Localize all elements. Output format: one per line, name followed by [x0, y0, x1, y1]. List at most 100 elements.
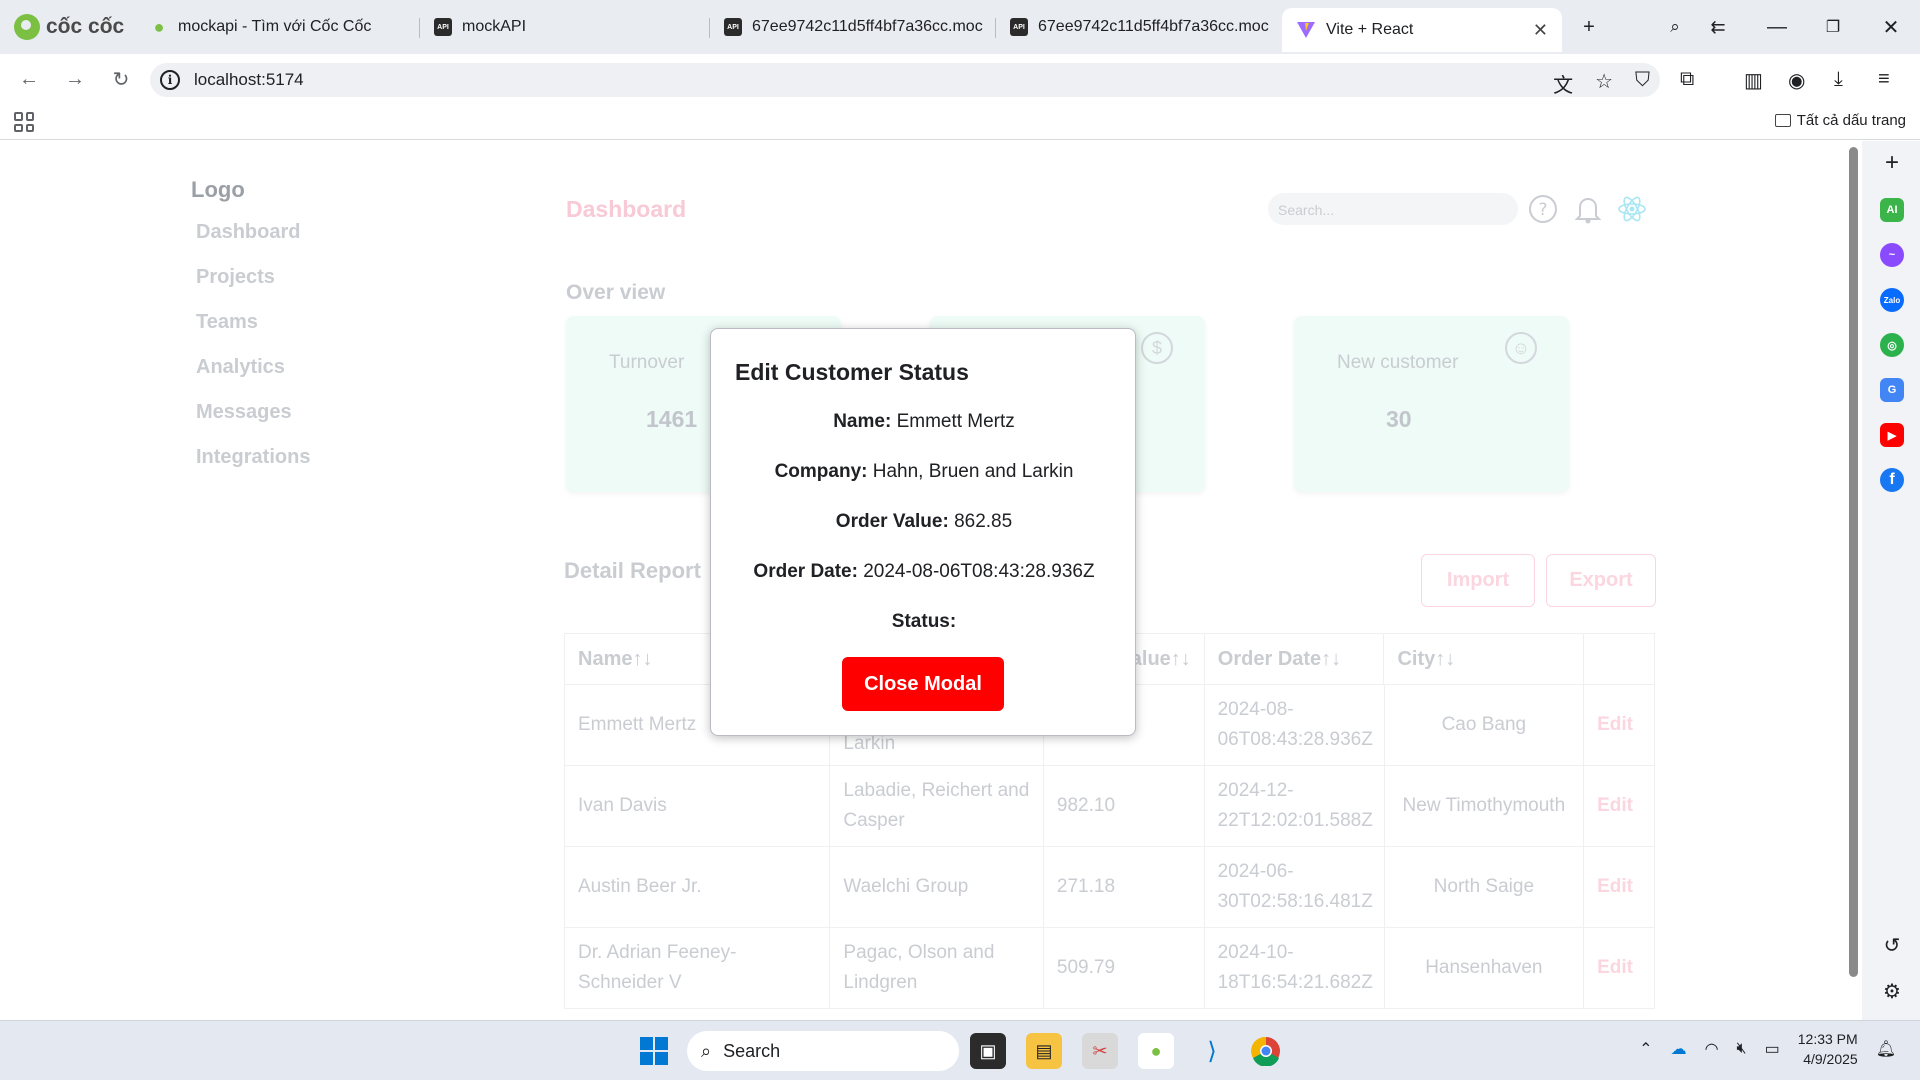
folder-icon: [1774, 114, 1791, 127]
close-tab-icon[interactable]: ✕: [1533, 20, 1548, 41]
mockapi-favicon-icon: API: [1010, 18, 1028, 36]
apps-grid-icon[interactable]: [14, 112, 34, 132]
sidebar-item-messages[interactable]: Messages: [196, 401, 310, 426]
star-bookmark-icon[interactable]: ☆: [1595, 69, 1613, 98]
sidebar-item-teams[interactable]: Teams: [196, 311, 310, 336]
cell-company: Pagac, Olson and Lindgren: [830, 928, 1044, 1008]
tab-mockapi-endpoint-1[interactable]: API 67ee9742c11d5ff4bf7a36cc.moc: [710, 8, 996, 46]
chevron-up-icon[interactable]: ⌃: [1639, 1039, 1652, 1059]
zalo-icon[interactable]: Zalo: [1880, 288, 1904, 312]
export-button[interactable]: Export: [1546, 554, 1656, 607]
game-icon[interactable]: ◎: [1880, 333, 1904, 357]
order-date-label: Order Date:: [753, 561, 858, 582]
react-logo-icon[interactable]: [1616, 193, 1648, 225]
profile-icon[interactable]: ◉: [1788, 68, 1805, 93]
site-info-icon[interactable]: i: [160, 70, 180, 90]
file-explorer-icon[interactable]: ▤: [1026, 1033, 1062, 1069]
facebook-icon[interactable]: f: [1880, 468, 1904, 492]
coccoc-logo[interactable]: cốc cốc: [14, 12, 124, 42]
help-icon[interactable]: ?: [1527, 193, 1559, 225]
ai-assistant-icon[interactable]: AI: [1880, 198, 1904, 222]
card-value: 30: [1386, 406, 1412, 432]
address-bar[interactable]: i localhost:5174 文 ☆ ⛉: [150, 63, 1660, 97]
table-row: Austin Beer Jr. Waelchi Group 271.18 202…: [565, 846, 1654, 927]
forward-icon[interactable]: →: [60, 64, 90, 94]
task-view-icon[interactable]: ▣: [970, 1033, 1006, 1069]
wifi-icon[interactable]: ◠: [1705, 1039, 1719, 1059]
order-value-label: Order Value:: [835, 511, 949, 532]
header-order-date[interactable]: Order Date↑↓: [1205, 634, 1385, 684]
download-icon[interactable]: ⤓: [1834, 68, 1843, 91]
close-modal-button[interactable]: Close Modal: [842, 657, 1004, 711]
translate-panel-icon[interactable]: G: [1880, 378, 1904, 402]
reload-icon[interactable]: ↻: [106, 64, 136, 94]
extensions-icon[interactable]: ⧉: [1680, 68, 1694, 91]
cell-name: Dr. Adrian Feeney-Schneider V: [565, 928, 831, 1008]
tab-search[interactable]: ● mockapi - Tìm với Cốc Cốc: [136, 8, 420, 46]
back-icon[interactable]: ←: [14, 64, 44, 94]
snipping-tool-icon[interactable]: ✂: [1082, 1033, 1118, 1069]
clock[interactable]: 12:33 PM 4/9/2025: [1798, 1029, 1858, 1069]
notification-bell-icon[interactable]: 🔔︎: [1876, 1039, 1896, 1059]
coccoc-taskbar-icon[interactable]: ●: [1138, 1033, 1174, 1069]
restore-icon[interactable]: ❐: [1818, 12, 1848, 42]
sidebar-item-integrations[interactable]: Integrations: [196, 446, 310, 471]
windows-start-icon[interactable]: [636, 1033, 672, 1069]
window-close-icon[interactable]: ✕: [1876, 12, 1906, 42]
tab-mockapi[interactable]: API mockAPI: [420, 8, 710, 46]
search-icon: ⌕: [701, 1040, 712, 1061]
search-input[interactable]: Search...: [1268, 193, 1518, 225]
page-scrollbar[interactable]: [1846, 141, 1862, 1020]
all-bookmarks[interactable]: Tất cả dấu trang: [1774, 112, 1906, 129]
history-icon[interactable]: ↺: [1880, 933, 1904, 957]
cell-date: 2024-08-06T08:43:28.936Z: [1205, 685, 1385, 765]
split-view-icon[interactable]: ▥: [1744, 68, 1763, 93]
sidebar-item-analytics[interactable]: Analytics: [196, 356, 310, 381]
status-label: Status:: [891, 611, 957, 632]
header-action: [1584, 634, 1654, 684]
messenger-icon[interactable]: ~: [1880, 243, 1904, 267]
coccoc-logo-icon: [14, 14, 40, 40]
modal-status-row: Status:: [711, 611, 1137, 633]
name-label: Name:: [833, 411, 892, 432]
app-logo: Logo: [191, 177, 245, 202]
add-panel-icon[interactable]: +: [1880, 149, 1904, 176]
tab-title: mockAPI: [462, 18, 527, 35]
modal-order-date-row: Order Date: 2024-08-06T08:43:28.936Z: [711, 561, 1137, 583]
edit-link[interactable]: Edit: [1584, 685, 1654, 765]
sidebar-item-dashboard[interactable]: Dashboard: [196, 221, 310, 246]
tab-mockapi-endpoint-2[interactable]: API 67ee9742c11d5ff4bf7a36cc.moc: [996, 8, 1282, 46]
tab-switch-icon[interactable]: ⇇: [1703, 12, 1733, 42]
modal-order-value-row: Order Value: 862.85: [711, 511, 1137, 533]
card-value: 1461: [646, 406, 698, 432]
search-tabs-icon[interactable]: ⌕: [1660, 12, 1690, 42]
new-tab-icon[interactable]: +: [1574, 12, 1604, 42]
modal-name-row: Name: Emmett Mertz: [711, 411, 1137, 433]
tab-vite-react[interactable]: Vite + React ✕: [1282, 8, 1562, 52]
vscode-icon[interactable]: ⟩: [1194, 1033, 1230, 1069]
scrollbar-thumb[interactable]: [1849, 147, 1858, 977]
cell-city: New Timothymouth: [1385, 766, 1585, 846]
header-city[interactable]: City↑↓: [1384, 634, 1585, 684]
youtube-icon[interactable]: ▶: [1880, 423, 1904, 447]
taskbar-search[interactable]: ⌕ Search: [687, 1031, 959, 1071]
import-button[interactable]: Import: [1421, 554, 1535, 607]
settings-gear-icon[interactable]: ⚙: [1880, 979, 1904, 1003]
edit-link[interactable]: Edit: [1584, 766, 1654, 846]
sidebar-item-projects[interactable]: Projects: [196, 266, 310, 291]
chrome-icon[interactable]: [1248, 1033, 1284, 1069]
speaker-muted-icon[interactable]: 🔇︎: [1737, 1040, 1747, 1058]
edit-link[interactable]: Edit: [1584, 928, 1654, 1008]
edit-link[interactable]: Edit: [1584, 847, 1654, 927]
system-tray: ⌃ ☁ ◠ 🔇︎ ▭ 12:33 PM 4/9/2025 🔔︎: [1639, 1029, 1896, 1069]
cell-city: Hansenhaven: [1385, 928, 1585, 1008]
bell-icon[interactable]: [1572, 193, 1604, 225]
shield-icon[interactable]: ⛉: [1635, 69, 1650, 98]
battery-icon[interactable]: ▭: [1765, 1039, 1780, 1059]
clock-time: 12:33 PM: [1797, 1031, 1858, 1047]
menu-icon[interactable]: ≡: [1878, 68, 1890, 91]
minimize-icon[interactable]: —: [1762, 12, 1792, 42]
onedrive-icon[interactable]: ☁: [1671, 1039, 1687, 1059]
translate-icon[interactable]: 文: [1553, 69, 1573, 98]
company-value: Hahn, Bruen and Larkin: [872, 461, 1074, 482]
